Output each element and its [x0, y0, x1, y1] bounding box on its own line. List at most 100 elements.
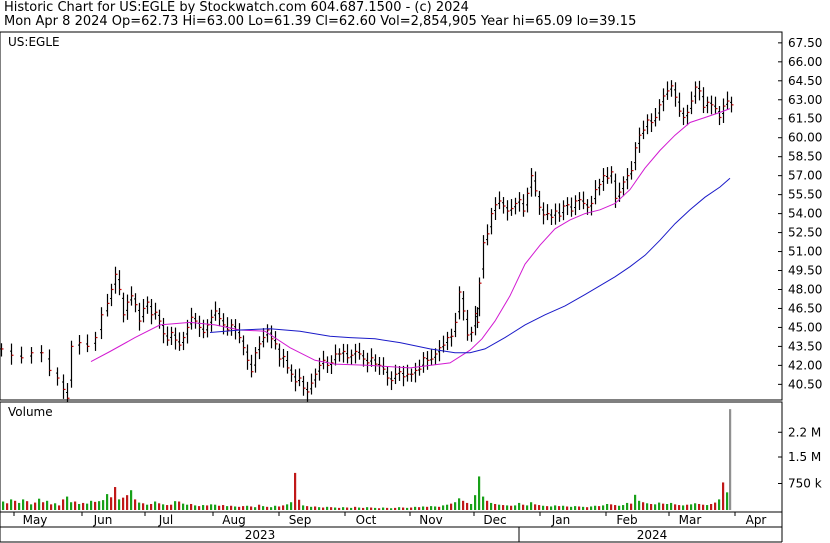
volume-bar — [346, 507, 349, 510]
volume-bar — [554, 505, 557, 510]
price-y-tick-label: 40.50 — [788, 377, 822, 391]
volume-bar — [178, 501, 181, 510]
volume-bar — [306, 506, 309, 510]
volume-bar — [38, 498, 41, 510]
volume-bar — [534, 504, 537, 510]
price-y-tick-label: 51.00 — [788, 245, 822, 259]
volume-bar — [510, 505, 513, 510]
volume-bar — [418, 507, 421, 510]
x-tick-label: Jun — [93, 513, 113, 527]
volume-bar — [518, 502, 521, 510]
year-label: 2023 — [245, 528, 276, 542]
volume-bar — [46, 500, 49, 510]
volume-bar — [650, 503, 653, 510]
volume-bar — [258, 504, 261, 510]
volume-bar — [574, 506, 577, 510]
volume-bar — [434, 506, 437, 510]
volume-bar — [586, 507, 589, 510]
volume-bar — [690, 504, 693, 510]
volume-bar — [570, 506, 573, 510]
price-y-tick-label: 42.00 — [788, 358, 822, 372]
volume-bar — [726, 492, 729, 510]
volume-bar — [566, 506, 569, 510]
volume-bar — [506, 505, 509, 510]
volume-bar — [118, 499, 121, 510]
volume-y-tick-label: 750 k — [788, 477, 822, 491]
volume-bar — [282, 505, 285, 510]
volume-bar — [302, 505, 305, 510]
volume-bar — [78, 503, 81, 510]
volume-bar — [114, 487, 117, 510]
price-y-tick-label: 66.00 — [788, 55, 822, 69]
volume-bar — [370, 507, 373, 510]
volume-bar — [170, 504, 173, 510]
volume-bar — [82, 502, 85, 510]
volume-bar — [606, 503, 609, 510]
volume-bar — [406, 507, 409, 510]
volume-bar — [474, 495, 477, 510]
volume-bar — [390, 508, 393, 510]
price-y-tick-label: 45.00 — [788, 320, 822, 334]
volume-bar — [134, 499, 137, 510]
volume-bar — [126, 495, 129, 510]
volume-bar — [558, 506, 561, 510]
volume-bar — [166, 505, 169, 510]
volume-bar — [618, 505, 621, 510]
volume-bar — [198, 506, 201, 510]
x-tick-label: Jan — [551, 513, 571, 527]
volume-bar — [442, 505, 445, 510]
x-tick-label: Sep — [289, 513, 312, 527]
volume-bar — [578, 506, 581, 510]
x-tick-label: Apr — [746, 513, 767, 527]
year-label: 2024 — [637, 528, 668, 542]
volume-bar — [458, 498, 461, 510]
volume-bar — [334, 507, 337, 510]
volume-bar — [470, 503, 473, 510]
price-y-tick-label: 58.50 — [788, 150, 822, 164]
volume-bar — [494, 503, 497, 510]
volume-bar — [414, 506, 417, 510]
volume-bar — [58, 505, 61, 510]
volume-bar — [550, 506, 553, 510]
volume-bar — [450, 503, 453, 510]
volume-bar — [138, 502, 141, 510]
volume-bar — [538, 505, 541, 510]
volume-bar — [366, 507, 369, 510]
volume-bar — [714, 502, 717, 510]
price-y-tick-label: 60.00 — [788, 131, 822, 145]
volume-bar — [10, 499, 13, 510]
volume-bar — [694, 503, 697, 510]
price-y-tick-label: 55.50 — [788, 188, 822, 202]
price-y-tick-label: 64.50 — [788, 74, 822, 88]
volume-bar — [582, 506, 585, 510]
volume-bar — [530, 502, 533, 510]
x-tick-label: Aug — [222, 513, 245, 527]
price-y-tick-label: 57.00 — [788, 169, 822, 183]
volume-bar — [614, 505, 617, 510]
volume-bar — [234, 506, 237, 510]
volume-bar — [410, 507, 413, 510]
volume-bar — [542, 505, 545, 510]
volume-bar — [74, 501, 77, 510]
volume-bar — [674, 504, 677, 510]
volume-bar — [398, 507, 401, 510]
volume-bar — [710, 503, 713, 510]
price-y-tick-label: 61.50 — [788, 112, 822, 126]
volume-bar — [490, 502, 493, 510]
volume-bar — [498, 504, 501, 510]
volume-bar — [526, 505, 529, 510]
volume-bar — [146, 504, 149, 510]
volume-bar — [482, 496, 485, 510]
volume-bar — [438, 506, 441, 510]
volume-bar — [502, 505, 505, 510]
volume-bar — [294, 472, 297, 510]
volume-bar — [214, 504, 217, 510]
volume-bar — [94, 501, 97, 510]
volume-bar — [278, 506, 281, 510]
volume-bar — [386, 507, 389, 510]
volume-bar — [314, 506, 317, 510]
volume-y-tick-label: 1.5 M — [788, 450, 821, 464]
volume-y-tick-label: 2.2 M — [788, 425, 821, 439]
volume-bar — [562, 505, 565, 510]
volume-bar — [702, 504, 705, 510]
